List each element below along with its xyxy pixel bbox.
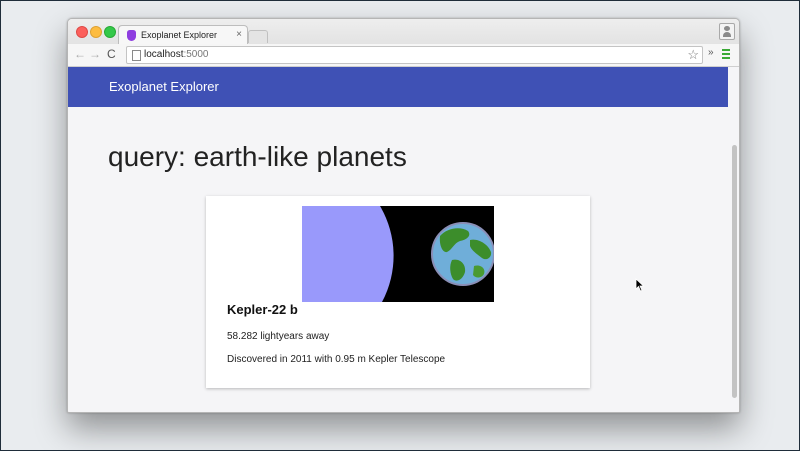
favicon-icon	[127, 30, 136, 41]
planet-distance: 58.282 lightyears away	[227, 331, 330, 342]
page-viewport: Exoplanet Explorer query: earth-like pla…	[68, 67, 739, 412]
reload-icon[interactable]: C	[107, 47, 116, 61]
planet-earth-comparison-icon	[302, 206, 494, 302]
address-bar[interactable]: localhost:5000 ☆	[126, 46, 703, 64]
bookmark-star-icon[interactable]: ☆	[687, 47, 699, 62]
back-icon[interactable]: ←	[74, 47, 86, 61]
browser-menu-icon[interactable]	[722, 49, 730, 59]
mouse-cursor-icon	[635, 278, 645, 292]
app-title: Exoplanet Explorer	[109, 79, 219, 94]
planet-card[interactable]: Kepler-22 b 58.282 lightyears away Disco…	[206, 196, 590, 388]
scrollbar-thumb[interactable]	[732, 145, 737, 398]
person-icon	[724, 26, 730, 31]
profile-button[interactable]	[719, 23, 735, 40]
planet-name: Kepler-22 b	[227, 302, 298, 317]
app-header: Exoplanet Explorer	[68, 67, 728, 107]
extensions-overflow-icon[interactable]: »	[708, 47, 714, 58]
browser-toolbar: ← → C localhost:5000 ☆ »	[68, 44, 739, 67]
url-text[interactable]: localhost:5000	[144, 49, 209, 60]
forward-icon[interactable]: →	[89, 47, 101, 61]
new-tab-button[interactable]	[248, 30, 268, 43]
title-bar: Exoplanet Explorer ×	[68, 19, 739, 46]
browser-window: Exoplanet Explorer × ← → C localhost:500…	[67, 18, 740, 413]
maximize-window-button[interactable]	[104, 26, 116, 38]
browser-tab[interactable]: Exoplanet Explorer ×	[118, 25, 248, 46]
tab-close-icon[interactable]: ×	[236, 29, 242, 40]
planet-discovery: Discovered in 2011 with 0.95 m Kepler Te…	[227, 354, 446, 365]
minimize-window-button[interactable]	[90, 26, 102, 38]
page-title: query: earth-like planets	[108, 141, 407, 172]
tab-title: Exoplanet Explorer	[141, 30, 218, 40]
page-icon	[132, 50, 141, 61]
close-window-button[interactable]	[76, 26, 88, 38]
